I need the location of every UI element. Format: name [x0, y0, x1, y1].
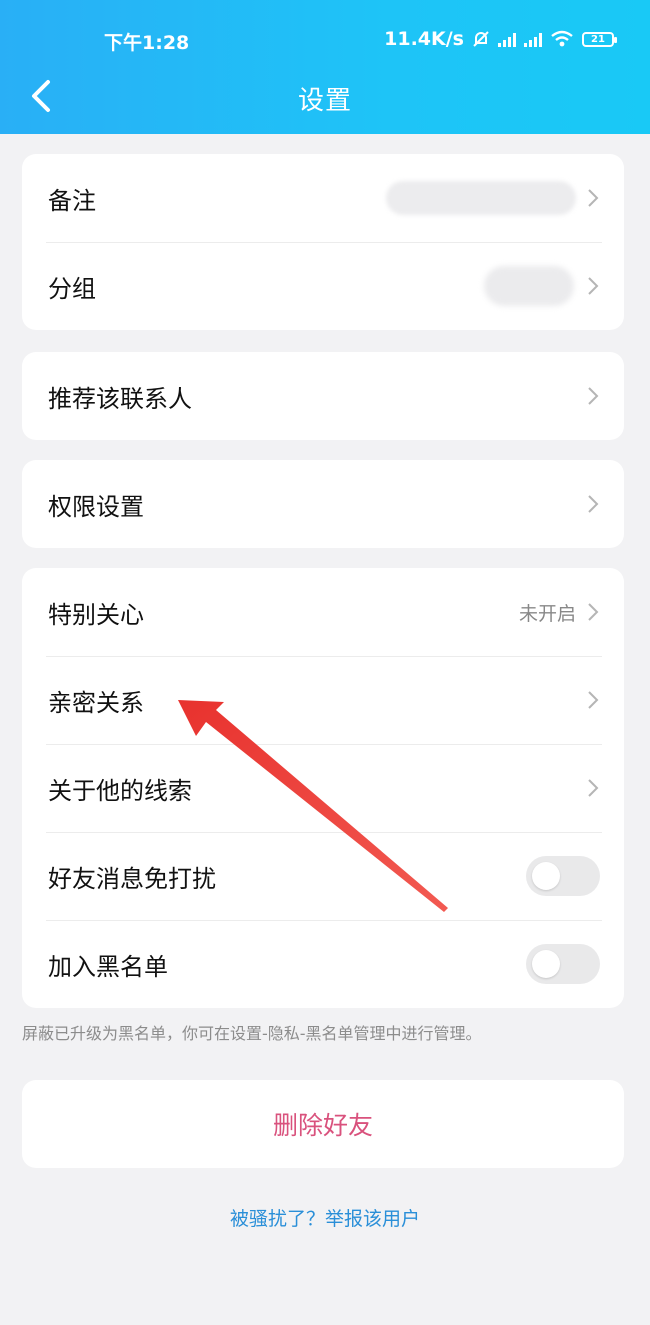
- mute-messages-row: 好友消息免打扰: [22, 832, 624, 920]
- chevron-right-icon: [588, 691, 599, 709]
- group-row[interactable]: 分组: [22, 242, 624, 330]
- mute-messages-toggle[interactable]: [526, 856, 600, 896]
- permission-settings-label: 权限设置: [48, 492, 144, 521]
- cell-signal-icon: [498, 31, 516, 47]
- page-title: 设置: [297, 86, 352, 116]
- delete-friend-button[interactable]: 删除好友: [22, 1080, 624, 1168]
- mute-bell-icon: [473, 31, 489, 47]
- permission-settings-row[interactable]: 权限设置: [22, 460, 624, 548]
- battery-icon: 21: [582, 31, 617, 47]
- cell-signal-icon-2: [524, 31, 542, 47]
- toggle-knob: [532, 950, 560, 978]
- chevron-right-icon: [588, 189, 599, 207]
- special-care-label: 特别关心: [48, 600, 144, 629]
- special-care-row[interactable]: 特别关心 未开启: [22, 568, 624, 656]
- info-card: 备注 分组: [22, 154, 624, 330]
- blacklist-row: 加入黑名单: [22, 920, 624, 1008]
- group-value-blurred: [484, 266, 574, 306]
- toggle-knob: [532, 862, 560, 890]
- clues-about-him-row[interactable]: 关于他的线索: [22, 744, 624, 832]
- chevron-right-icon: [588, 603, 599, 621]
- special-care-status: 未开启: [518, 602, 576, 625]
- report-user-link[interactable]: 被骚扰了？举报该用户: [0, 1204, 650, 1231]
- blacklist-label: 加入黑名单: [48, 952, 168, 981]
- intimate-relation-row[interactable]: 亲密关系: [22, 656, 624, 744]
- remark-label: 备注: [48, 186, 96, 215]
- blacklist-toggle[interactable]: [526, 944, 600, 984]
- group-label: 分组: [48, 274, 96, 303]
- blacklist-note: 屏蔽已升级为黑名单，你可在设置-隐私-黑名单管理中进行管理。: [22, 1024, 482, 1043]
- chevron-right-icon: [588, 779, 599, 797]
- status-icons: 11.4K/s 21: [384, 28, 617, 50]
- recommend-contact-row[interactable]: 推荐该联系人: [22, 352, 624, 440]
- chevron-right-icon: [588, 277, 599, 295]
- intimate-relation-label: 亲密关系: [48, 688, 144, 717]
- remark-value-blurred: [386, 181, 576, 215]
- permissions-card: 权限设置: [22, 460, 624, 548]
- network-speed: 11.4K/s: [384, 28, 464, 50]
- status-bar: 下午1:28 11.4K/s 21: [0, 24, 650, 58]
- clues-about-him-label: 关于他的线索: [48, 776, 192, 805]
- recommend-contact-label: 推荐该联系人: [48, 384, 192, 413]
- relations-card: 特别关心 未开启 亲密关系 关于他的线索 好友消息免打扰 加入黑名单: [22, 568, 624, 1008]
- status-time: 下午1:28: [104, 32, 190, 54]
- chevron-right-icon: [588, 387, 599, 405]
- recommend-card: 推荐该联系人: [22, 352, 624, 440]
- wifi-icon: [551, 30, 573, 47]
- chevron-right-icon: [588, 495, 599, 513]
- header-bar: 下午1:28 11.4K/s 21 设置: [0, 0, 650, 134]
- remark-row[interactable]: 备注: [22, 154, 624, 242]
- mute-messages-label: 好友消息免打扰: [48, 864, 216, 893]
